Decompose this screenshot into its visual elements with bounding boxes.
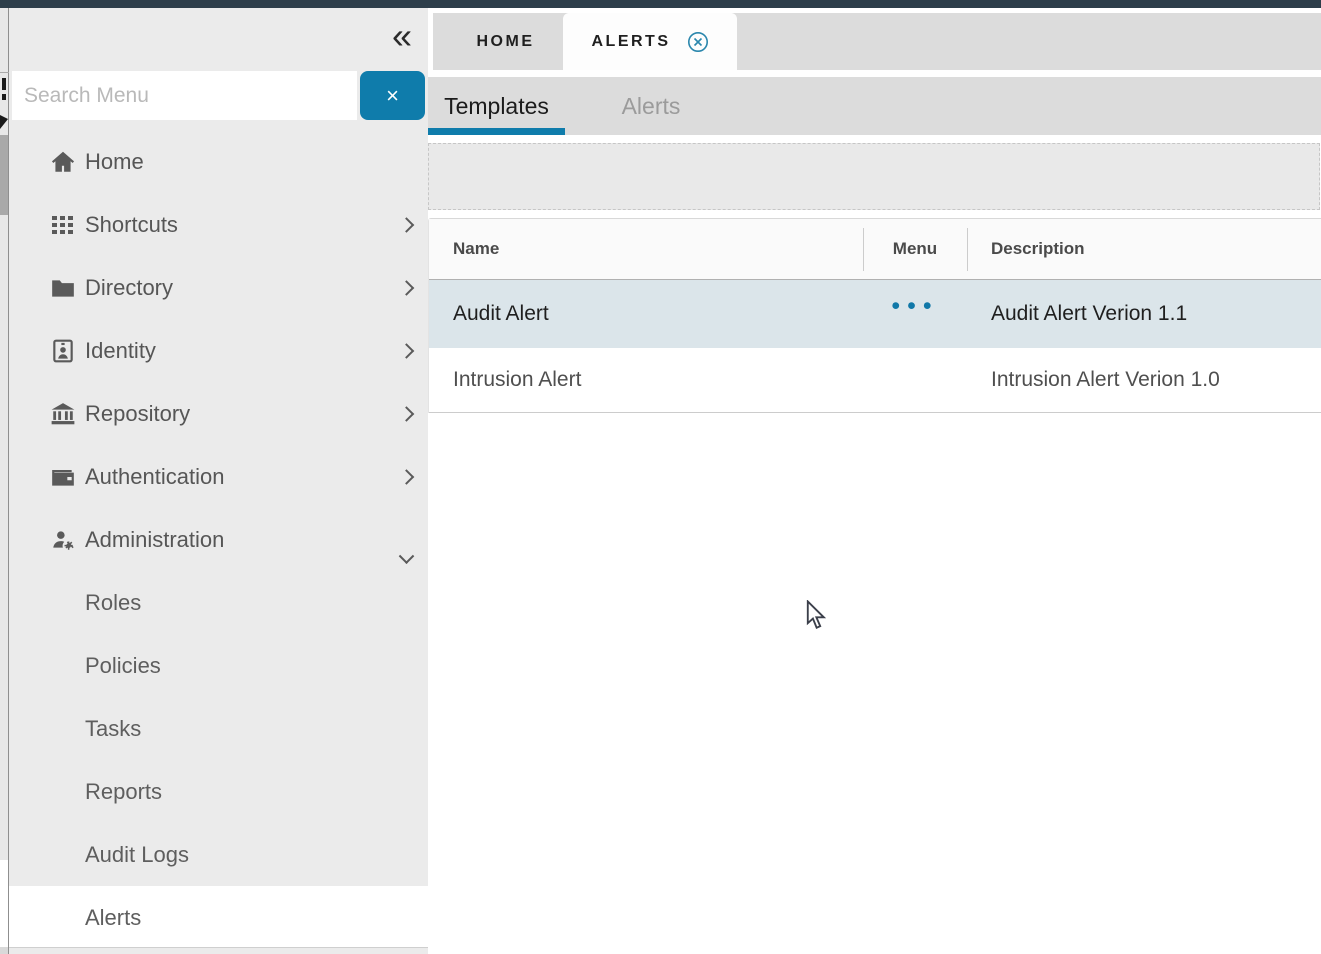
chevron-right-icon	[399, 406, 415, 422]
sidebar-item-label: Audit Logs	[85, 842, 189, 868]
sidebar-item-reports[interactable]: Reports	[9, 760, 428, 823]
main-content: HOME ALERTS Templates Alerts Name	[428, 8, 1321, 954]
sidebar-item-label: Tasks	[85, 716, 141, 742]
sidebar-item-label: Authentication	[85, 464, 224, 490]
sidebar-item-policies[interactable]: Policies	[9, 634, 428, 697]
sidebar-search: ×	[12, 71, 425, 120]
sidebar-item-label: Alerts	[85, 905, 141, 931]
directory-icon	[50, 275, 76, 301]
home-icon	[50, 149, 76, 175]
tab-bar: HOME ALERTS	[428, 8, 1321, 70]
subtab-bar: Templates Alerts	[428, 77, 1321, 135]
cell-name: Intrusion Alert	[429, 368, 863, 392]
tab-alerts[interactable]: ALERTS	[563, 13, 737, 70]
sidebar-item-administration[interactable]: Administration	[9, 508, 428, 571]
top-header-bar	[0, 0, 1321, 8]
sidebar: « × Home Shortcuts	[9, 8, 428, 954]
toolbar-empty-panel	[428, 143, 1320, 210]
sidebar-item-shortcuts[interactable]: Shortcuts	[9, 193, 428, 256]
sidebar-item-label: Administration	[85, 527, 224, 553]
subtab-alerts[interactable]: Alerts	[606, 77, 696, 135]
chevron-right-icon	[399, 343, 415, 359]
tab-alerts-label: ALERTS	[592, 33, 671, 51]
subtab-templates[interactable]: Templates	[428, 77, 565, 135]
sidebar-item-label: Directory	[85, 275, 173, 301]
sidebar-menu: Home Shortcuts Directory	[9, 130, 428, 949]
sidebar-footer-strip	[9, 947, 428, 954]
active-subtab-underline	[428, 128, 565, 135]
column-header-description[interactable]: Description	[967, 239, 1321, 259]
templates-table: Name Menu Description Audit Alert ••• Au…	[428, 218, 1321, 413]
close-tab-icon[interactable]	[687, 31, 709, 53]
sidebar-item-label: Identity	[85, 338, 156, 364]
sidebar-item-authentication[interactable]: Authentication	[9, 445, 428, 508]
sidebar-item-directory[interactable]: Directory	[9, 256, 428, 319]
column-header-name[interactable]: Name	[429, 239, 863, 259]
column-separator[interactable]	[967, 228, 968, 271]
sidebar-item-label: Repository	[85, 401, 190, 427]
identity-icon	[50, 338, 76, 364]
sidebar-item-identity[interactable]: Identity	[9, 319, 428, 382]
subtab-templates-label: Templates	[444, 93, 549, 120]
chevron-right-icon	[399, 469, 415, 485]
app-window: « × Home Shortcuts	[0, 0, 1321, 954]
sidebar-item-roles[interactable]: Roles	[9, 571, 428, 634]
table-row[interactable]: Audit Alert ••• Audit Alert Verion 1.1	[429, 280, 1321, 348]
strip-wedge	[0, 115, 8, 129]
chevron-right-icon	[399, 217, 415, 233]
strip-glyph	[2, 78, 6, 90]
search-input[interactable]	[12, 71, 357, 120]
cell-description: Audit Alert Verion 1.1	[967, 302, 1321, 326]
administration-icon	[50, 527, 76, 553]
strip-white-zone	[0, 860, 8, 947]
tab-home[interactable]: HOME	[468, 13, 543, 70]
subtab-alerts-label: Alerts	[622, 93, 681, 120]
sidebar-item-label: Home	[85, 149, 144, 175]
sidebar-item-audit-logs[interactable]: Audit Logs	[9, 823, 428, 886]
table-header-row: Name Menu Description	[429, 219, 1321, 280]
chevron-right-icon	[399, 280, 415, 296]
sidebar-item-home[interactable]: Home	[9, 130, 428, 193]
shortcuts-icon	[50, 212, 76, 238]
cell-description: Intrusion Alert Verion 1.0	[967, 368, 1321, 392]
authentication-icon	[50, 464, 76, 490]
background-window-sliver	[0, 8, 9, 954]
column-header-menu[interactable]: Menu	[863, 239, 967, 259]
table-row[interactable]: Intrusion Alert Intrusion Alert Verion 1…	[429, 348, 1321, 413]
sidebar-item-label: Shortcuts	[85, 212, 178, 238]
strip-glyph	[2, 94, 6, 100]
repository-icon	[50, 401, 76, 427]
strip-scrollbar-thumb[interactable]	[0, 135, 8, 215]
strip-divider	[0, 72, 9, 73]
chevron-down-icon	[399, 548, 415, 564]
column-separator[interactable]	[863, 228, 864, 271]
sidebar-item-label: Policies	[85, 653, 161, 679]
sidebar-item-label: Roles	[85, 590, 141, 616]
cell-name: Audit Alert	[429, 302, 863, 326]
sidebar-item-tasks[interactable]: Tasks	[9, 697, 428, 760]
sidebar-item-repository[interactable]: Repository	[9, 382, 428, 445]
sidebar-collapse-icon[interactable]: «	[392, 18, 412, 54]
search-clear-button[interactable]: ×	[360, 71, 425, 120]
sidebar-item-label: Reports	[85, 779, 162, 805]
row-menu-button[interactable]: •••	[891, 301, 938, 311]
strip-bottom-zone	[0, 947, 8, 954]
sidebar-item-alerts[interactable]: Alerts	[9, 886, 428, 949]
